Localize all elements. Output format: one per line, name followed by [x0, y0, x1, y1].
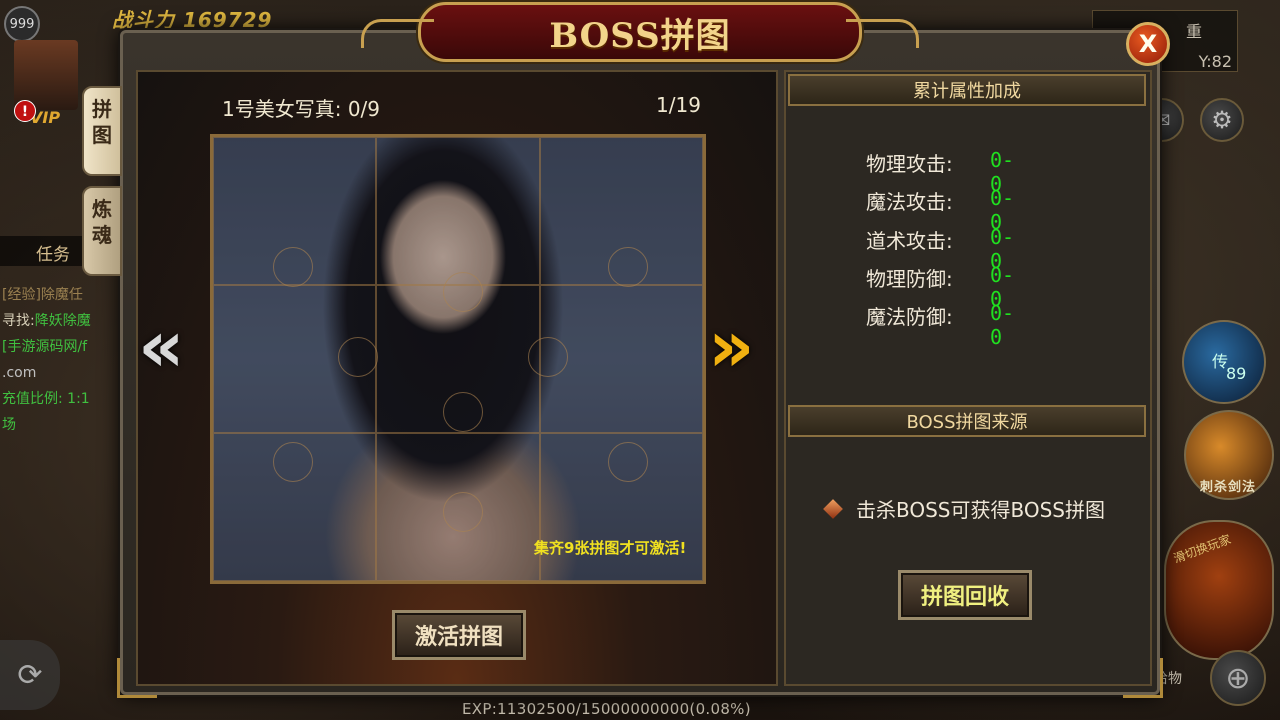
- puzzle-knob: [338, 337, 378, 377]
- attr-row-physical-attack: 物理攻击: 0-0: [866, 148, 1014, 196]
- puzzle-knob: [608, 247, 648, 287]
- switch-label: 滑切换玩家: [1171, 532, 1233, 566]
- dialog-title-plate: BOSS拼图: [361, 2, 919, 62]
- source-text: 击杀BOSS可获得BOSS拼图: [856, 498, 1106, 522]
- skill-label: 刺杀剑法: [1200, 480, 1257, 495]
- combat-power-label: 战斗力: [112, 8, 175, 32]
- attribute-section-header: 累计属性加成: [788, 74, 1146, 106]
- puzzle-image-frame: [210, 134, 706, 584]
- quest-site-line2: .com: [2, 365, 37, 381]
- puzzle-page-indicator: 1/19: [656, 93, 701, 117]
- attr-row-magic-defense: 魔法防御: 0-0: [866, 301, 1014, 349]
- tab-soul-label: 炼魂: [92, 197, 112, 247]
- switch-player-button[interactable]: 滑切换玩家: [1164, 520, 1274, 660]
- quest-find-target[interactable]: 降妖除魔: [35, 313, 91, 329]
- puzzle-piece: [376, 137, 540, 285]
- puzzle-knob: [443, 492, 483, 532]
- puzzle-set-name: 1号美女写真: 0/9: [222, 97, 381, 121]
- source-line: 击杀BOSS可获得BOSS拼图: [823, 494, 1106, 523]
- teleport-count: 89: [1226, 364, 1247, 383]
- recycle-puzzle-button[interactable]: 拼图回收: [898, 570, 1032, 620]
- quest-site-line: [手游源码网/f: [2, 339, 88, 355]
- attr-value: 0-0: [990, 301, 1015, 349]
- attr-name: 魔法攻击:: [866, 190, 953, 214]
- quest-scene-line: 场: [2, 417, 16, 433]
- quest-tab[interactable]: 任务: [0, 236, 92, 266]
- puzzle-hint: 集齐9张拼图才可激活!: [534, 539, 687, 557]
- puzzle-knob: [443, 392, 483, 432]
- attr-name: 魔法防御:: [866, 305, 953, 329]
- quest-find-prefix: 寻找:: [2, 313, 35, 329]
- puzzle-knob: [608, 442, 648, 482]
- activate-puzzle-button[interactable]: 激活拼图: [392, 610, 526, 660]
- attr-name: 物理防御:: [866, 267, 953, 291]
- recharge-ratio-line: 充值比例: 1:1: [2, 391, 90, 407]
- target-icon[interactable]: ⊕: [1210, 650, 1266, 706]
- player-level-badge: 999: [4, 6, 40, 42]
- next-page-arrow[interactable]: »: [708, 310, 755, 382]
- map-name: 重: [1185, 22, 1202, 41]
- attr-row-magic-attack: 魔法攻击: 0-0: [866, 186, 1014, 234]
- quest-tracker: [经验]除魔任 寻找:降妖除魔 [手游源码网/f .com 充值比例: 1:1 …: [2, 282, 122, 438]
- diamond-bullet-icon: [823, 498, 843, 519]
- puzzle-knob: [273, 442, 313, 482]
- coordinate-readout: Y:82: [1198, 52, 1232, 71]
- exp-bar-text: EXP:11302500/15000000000(0.08%): [462, 700, 751, 718]
- tab-soul-refine[interactable]: 炼魂: [82, 186, 122, 276]
- tab-puzzle[interactable]: 拼图: [82, 86, 122, 176]
- quest-find-line[interactable]: 寻找:降妖除魔: [2, 308, 122, 334]
- puzzle-knob: [528, 337, 568, 377]
- attr-row-taoist-attack: 道术攻击: 0-0: [866, 225, 1014, 273]
- combat-power-value: 169729: [182, 8, 273, 32]
- attr-name: 物理攻击:: [866, 152, 953, 176]
- source-section-header: BOSS拼图来源: [788, 405, 1146, 437]
- alert-icon[interactable]: !: [14, 100, 36, 122]
- puzzle-knob: [443, 272, 483, 312]
- attr-row-physical-defense: 物理防御: 0-0: [866, 263, 1014, 311]
- teleport-button[interactable]: 传 89: [1182, 320, 1266, 404]
- combat-power: 战斗力 169729: [112, 4, 272, 33]
- close-icon[interactable]: X: [1126, 22, 1170, 66]
- quest-exp-line[interactable]: [经验]除魔任: [2, 282, 122, 308]
- puzzle-knob: [273, 247, 313, 287]
- attr-name: 道术攻击:: [866, 229, 953, 253]
- refresh-icon[interactable]: ⟳: [0, 640, 60, 710]
- dialog-title: BOSS拼图: [549, 15, 731, 56]
- prev-page-arrow[interactable]: «: [138, 310, 185, 382]
- gear-icon[interactable]: ⚙: [1200, 98, 1244, 142]
- tab-puzzle-label: 拼图: [92, 97, 112, 147]
- skill-button[interactable]: 刺杀剑法: [1184, 410, 1274, 500]
